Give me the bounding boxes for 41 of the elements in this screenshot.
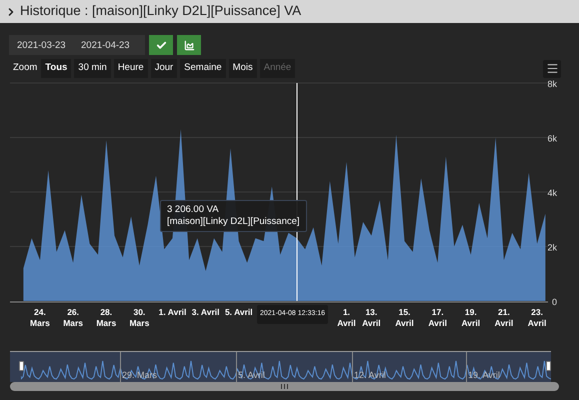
tooltip-value: 3 206.00 VA (167, 204, 220, 216)
x-tick-label: 28. Mars (96, 307, 116, 328)
x-tick-label: 1. Avril (158, 307, 186, 317)
zoom-label: Zoom (13, 61, 38, 76)
start-date-field[interactable]: 2021-03-23 (9, 35, 77, 55)
x-tick-label: 13. Avril (362, 307, 381, 328)
navigator-handle[interactable] (19, 361, 24, 371)
y-tick-label: 2k (547, 242, 557, 252)
y-tick-label: 4k (547, 188, 557, 198)
tooltip-series: [maison][Linky D2L][Puissance] (167, 216, 300, 228)
menu-icon (546, 62, 558, 75)
zoom-button[interactable]: Tous (41, 59, 72, 78)
y-tick-label: 0 (552, 297, 557, 307)
x-tick-label: 3. Avril (192, 307, 220, 317)
check-icon (156, 40, 166, 50)
x-tick-label: 23. Avril (528, 307, 546, 328)
zoom-button[interactable]: Heure (114, 59, 148, 78)
x-tick-label: 1. Avril (337, 307, 356, 328)
x-tick-label: 17. Avril (428, 307, 447, 328)
x-tick-label: 15. Avril (395, 307, 414, 328)
zoom-button[interactable]: Mois (228, 59, 257, 78)
y-tick-label: 8k (547, 79, 557, 89)
window-title: Historique : [maison][Linky D2L][Puissance] VA (20, 2, 302, 20)
zoom-button[interactable]: Jour (150, 59, 178, 78)
navigator-handle[interactable] (546, 361, 551, 371)
zoom-button[interactable]: Semaine (180, 59, 226, 78)
scrollbar[interactable] (10, 382, 559, 391)
x-tick-label: 26. Mars (63, 307, 84, 328)
x-tick-label: 30. Mars (129, 307, 150, 328)
x-tick-label: 19. Avril (462, 307, 480, 328)
zoom-button[interactable]: 30 min (74, 59, 111, 78)
x-tick-label: 21. Avril (494, 307, 514, 328)
x-tick-label: 5. Avril (224, 307, 253, 317)
apply-button[interactable] (149, 35, 173, 55)
grip-icon (281, 384, 288, 389)
x-tick-label: 24. Mars (30, 307, 50, 328)
menu-button[interactable] (543, 60, 561, 78)
end-date-field[interactable]: 2021-04-23 (77, 35, 145, 55)
chart-button[interactable] (177, 35, 201, 55)
y-tick-label: 6k (547, 134, 557, 144)
area-chart-icon (184, 40, 194, 50)
